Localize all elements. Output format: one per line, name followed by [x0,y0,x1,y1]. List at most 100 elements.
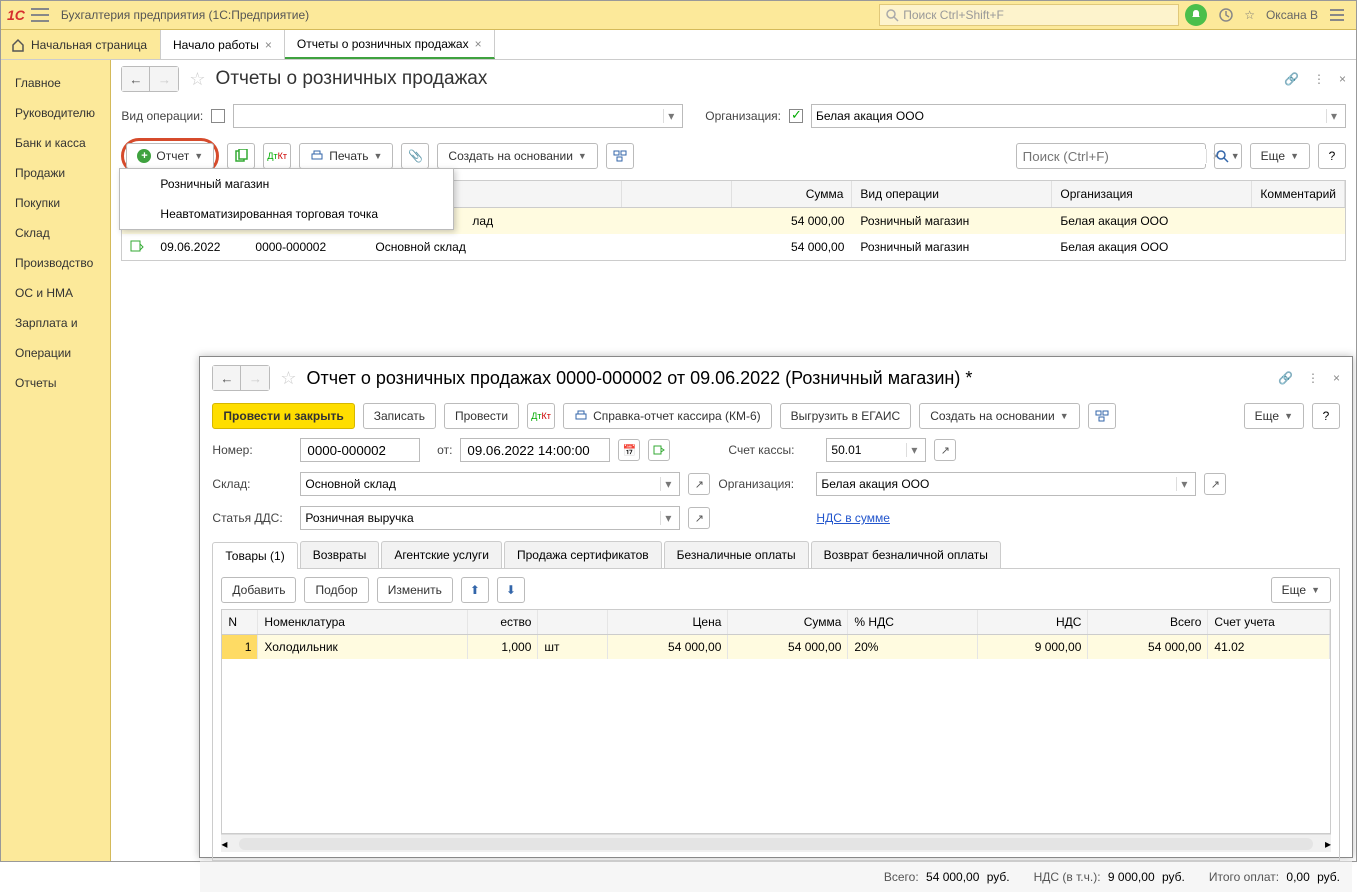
sidenav-main[interactable]: Главное [1,68,110,98]
post-button[interactable]: Провести [444,403,519,429]
back-button[interactable]: ← [213,366,241,390]
back-button[interactable]: ← [122,67,150,91]
org-dropdown[interactable]: Белая акация ООО ▾ [811,104,1346,128]
sidenav-purchases[interactable]: Покупки [1,188,110,218]
sidenav-sales[interactable]: Продажи [1,158,110,188]
list-search[interactable]: × [1016,143,1206,169]
create-based-button[interactable]: Создать на основании ▼ [437,143,597,169]
tab-cashless[interactable]: Безналичные оплаты [664,541,809,568]
add-button[interactable]: Добавить [221,577,296,603]
move-down-button[interactable]: ⬇ [497,577,525,603]
sidenav-operations[interactable]: Операции [1,338,110,368]
col-account[interactable]: Счет учета [1208,610,1330,634]
scroll-left-icon[interactable]: ◂ [221,837,227,851]
sidenav-reports[interactable]: Отчеты [1,368,110,398]
col-sum[interactable]: Сумма [732,181,852,207]
attach-button[interactable]: 📎 [401,143,429,169]
number-input[interactable] [300,438,420,462]
col-nom[interactable]: Номенклатура [258,610,468,634]
tab-reports[interactable]: Отчеты о розничных продажах × [285,30,495,59]
scroll-right-icon[interactable]: ▸ [1325,837,1331,851]
settings-lines-icon[interactable] [1329,8,1345,22]
col-sum[interactable]: Сумма [728,610,848,634]
col-comment[interactable]: Комментарий [1252,181,1345,207]
warehouse-dropdown[interactable]: Основной склад▾ [300,472,680,496]
close-icon[interactable]: × [265,38,272,52]
post-and-close-button[interactable]: Провести и закрыть [212,403,354,429]
more-button[interactable]: Еще▼ [1271,577,1331,603]
save-button[interactable]: Записать [363,403,436,429]
tab-cashless-return[interactable]: Возврат безналичной оплаты [811,541,1001,568]
report-button[interactable]: + Отчет ▼ [126,143,214,169]
col-org[interactable]: Организация [1052,181,1252,207]
egais-button[interactable]: Выгрузить в ЕГАИС [780,403,912,429]
sidenav-assets[interactable]: ОС и НМА [1,278,110,308]
tab-returns[interactable]: Возвраты [300,541,380,568]
menu-icon[interactable] [31,8,49,22]
open-icon[interactable]: ↗ [934,439,956,461]
create-based-button[interactable]: Создать на основании ▼ [919,403,1079,429]
favorite-icon[interactable]: ☆ [1244,8,1255,22]
sidenav-manager[interactable]: Руководителю [1,98,110,128]
dtkt-button[interactable]: ДтКт [527,403,555,429]
op-checkbox[interactable] [211,109,225,123]
pick-button[interactable]: Подбор [304,577,368,603]
tab-agent[interactable]: Агентские услуги [381,541,502,568]
dds-dropdown[interactable]: Розничная выручка▾ [300,506,680,530]
doc-flow-icon[interactable] [648,439,670,461]
col-vat[interactable]: НДС [978,610,1088,634]
col-op[interactable]: Вид операции [852,181,1052,207]
star-icon[interactable]: ☆ [280,368,296,389]
more-button[interactable]: Еще▼ [1244,403,1304,429]
menu-non-auto-point[interactable]: Неавтоматизированная торговая точка [120,199,453,229]
notifications-icon[interactable] [1185,4,1207,26]
close-icon[interactable]: × [1339,72,1346,86]
org-checkbox[interactable] [789,109,803,123]
edit-button[interactable]: Изменить [377,577,453,603]
copy-button[interactable] [227,143,255,169]
km6-button[interactable]: Справка-отчет кассира (КМ-6) [563,403,772,429]
search-btn[interactable]: ▼ [1214,143,1242,169]
menu-retail-store[interactable]: Розничный магазин [120,169,453,199]
sidenav-production[interactable]: Производство [1,248,110,278]
close-icon[interactable]: × [1333,371,1340,385]
help-button[interactable]: ? [1312,403,1340,429]
structure-button[interactable] [606,143,634,169]
star-icon[interactable]: ☆ [189,69,205,90]
open-icon[interactable]: ↗ [688,507,710,529]
date-input[interactable] [460,438,610,462]
sidenav-bank[interactable]: Банк и касса [1,128,110,158]
dtkt-button[interactable]: ДтКт [263,143,291,169]
goods-row[interactable]: 1 Холодильник 1,000 шт 54 000,00 54 000,… [222,635,1330,659]
open-icon[interactable]: ↗ [688,473,710,495]
more-icon[interactable]: ⋮ [1307,371,1319,385]
link-icon[interactable]: 🔗 [1278,371,1293,385]
org-dropdown[interactable]: Белая акация ООО▾ [816,472,1196,496]
account-dropdown[interactable]: 50.01▾ [826,438,926,462]
more-button[interactable]: Еще ▼ [1250,143,1310,169]
table-row[interactable]: 09.06.2022 0000-000002 Основной склад 54… [122,234,1345,260]
link-icon[interactable]: 🔗 [1284,72,1299,86]
tab-goods[interactable]: Товары (1) [212,542,297,569]
calendar-icon[interactable]: 📅 [618,439,640,461]
col-n[interactable]: N [222,610,258,634]
close-icon[interactable]: × [475,37,482,51]
help-button[interactable]: ? [1318,143,1346,169]
col-qty[interactable]: ество [468,610,538,634]
sidenav-salary[interactable]: Зарплата и [1,308,110,338]
vat-mode-link[interactable]: НДС в сумме [816,511,890,525]
global-search[interactable]: Поиск Ctrl+Shift+F [879,4,1179,26]
tab-certs[interactable]: Продажа сертификатов [504,541,662,568]
more-icon[interactable]: ⋮ [1313,72,1325,86]
op-dropdown[interactable]: ▾ [233,104,683,128]
history-icon[interactable] [1218,7,1234,23]
col-vatp[interactable]: % НДС [848,610,978,634]
col-total[interactable]: Всего [1088,610,1208,634]
sidenav-warehouse[interactable]: Склад [1,218,110,248]
col-price[interactable]: Цена [608,610,728,634]
home-tab[interactable]: Начальная страница [1,30,161,59]
structure-button[interactable] [1088,403,1116,429]
tab-start[interactable]: Начало работы × [161,30,285,59]
horizontal-scrollbar[interactable]: ◂ ▸ [221,834,1331,852]
user-name[interactable]: Оксана В [1266,8,1318,22]
